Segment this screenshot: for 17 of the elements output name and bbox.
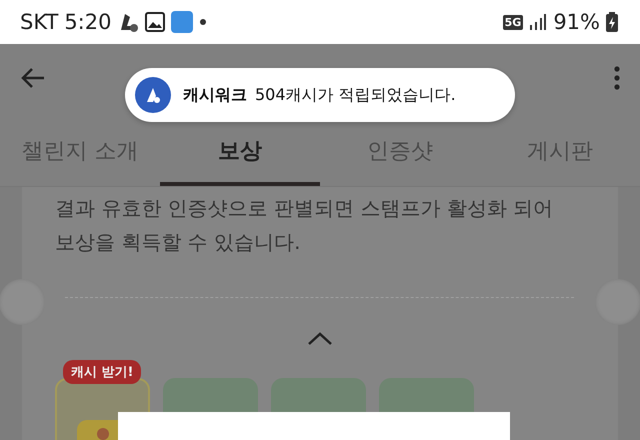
more-icon[interactable] (614, 66, 620, 90)
description-text: 결과 유효한 인증샷으로 판별되면 스탬프가 활성화 되어 보상을 획득할 수 있습니다. (55, 195, 554, 256)
dot-icon (199, 18, 208, 26)
cash-badge: 캐시 받기! (63, 360, 142, 384)
carrier-text: SKT (20, 10, 58, 34)
app-icon (171, 11, 194, 33)
toast-message: 504캐시가 적립되었습니다. (255, 84, 456, 106)
signal-icon (529, 14, 548, 30)
chevron-up-icon[interactable] (307, 332, 333, 346)
toast-app-name: 캐시워크 (183, 84, 247, 106)
battery-icon (606, 12, 618, 32)
image-icon (145, 12, 166, 32)
battery-text: 91% (553, 10, 600, 34)
back-arrow-icon[interactable] (20, 66, 46, 90)
network-text: 5G (502, 14, 524, 30)
app-logo (135, 77, 171, 113)
clock-text: 5:20 (64, 10, 112, 34)
